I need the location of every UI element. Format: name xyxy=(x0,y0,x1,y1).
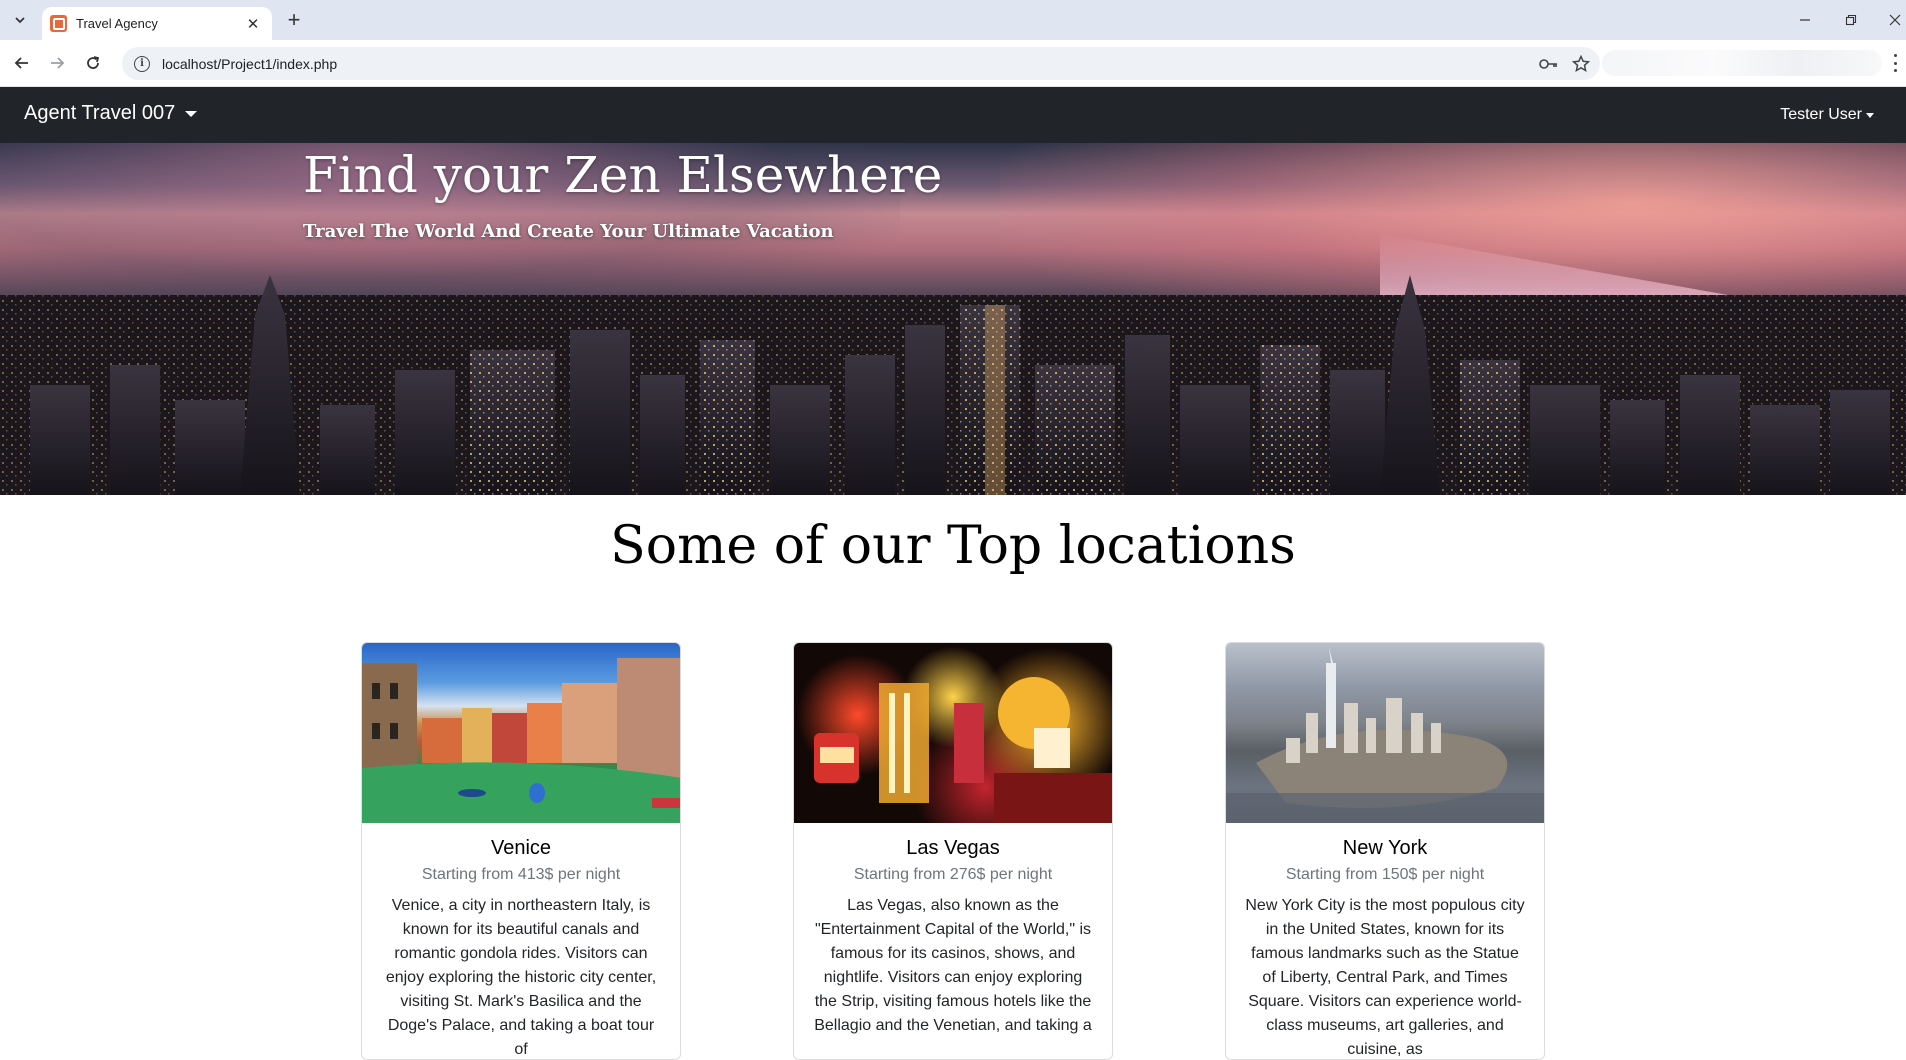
card-description: Venice, a city in northeastern Italy, is… xyxy=(385,897,657,1058)
back-button[interactable] xyxy=(9,50,35,76)
location-card-venice: Venice Starting from 413$ per night Veni… xyxy=(361,642,681,1060)
card-description: Las Vegas, also known as the "Entertainm… xyxy=(814,897,1092,1034)
card-price: Starting from 413$ per night xyxy=(421,866,621,883)
browser-menu-icon[interactable] xyxy=(1890,52,1900,74)
card-price: Starting from 276$ per night xyxy=(853,866,1053,883)
card-description: New York City is the most populous city … xyxy=(1245,897,1525,1058)
card-title: Venice xyxy=(490,837,552,859)
card-price: Starting from 150$ per night xyxy=(1285,866,1485,883)
caret-down-icon xyxy=(185,110,198,117)
tab-search-button[interactable] xyxy=(8,8,32,32)
new-tab-button[interactable]: + xyxy=(282,9,306,33)
venice-image xyxy=(362,643,680,823)
site-navbar: Agent Travel 007 Tester User xyxy=(0,87,1906,143)
location-card-new-york: New York Starting from 150$ per night Ne… xyxy=(1225,642,1545,1060)
restore-icon xyxy=(1845,14,1857,26)
top-locations-heading: Some of our Top locations xyxy=(610,516,1296,576)
chevron-down-icon xyxy=(15,17,25,24)
las-vegas-image xyxy=(794,643,1112,823)
close-icon xyxy=(1889,14,1901,26)
restore-button[interactable] xyxy=(1836,8,1866,32)
tab-close-icon[interactable]: ✕ xyxy=(244,15,262,33)
xampp-favicon-icon xyxy=(50,15,67,32)
browser-tab-bar: Travel Agency ✕ + xyxy=(0,0,1906,40)
address-bar[interactable]: i localhost/Project1/index.php xyxy=(122,47,1600,80)
brand-dropdown[interactable]: Agent Travel 007 xyxy=(24,102,198,125)
browser-toolbar: i localhost/Project1/index.php xyxy=(0,40,1906,87)
url-text[interactable]: localhost/Project1/index.php xyxy=(162,56,1536,72)
location-card-las-vegas: Las Vegas Starting from 276$ per night L… xyxy=(793,642,1113,1060)
arrow-left-icon xyxy=(14,57,28,69)
site-info-icon[interactable]: i xyxy=(134,55,150,72)
hero-title: Find your Zen Elsewhere xyxy=(303,146,943,204)
tab-title: Travel Agency xyxy=(76,16,158,31)
close-window-button[interactable] xyxy=(1880,8,1906,32)
browser-tab-active[interactable]: Travel Agency ✕ xyxy=(42,7,272,40)
user-name: Tester User xyxy=(1780,106,1862,123)
reload-button[interactable] xyxy=(80,50,106,76)
minimize-button[interactable] xyxy=(1790,8,1820,32)
hero-banner: Find your Zen Elsewhere Travel The World… xyxy=(0,143,1906,495)
bookmark-star-icon[interactable] xyxy=(1568,51,1594,77)
user-dropdown[interactable]: Tester User xyxy=(1780,106,1874,124)
card-title: New York xyxy=(1342,837,1428,859)
brand-label: Agent Travel 007 xyxy=(24,102,176,124)
new-york-image xyxy=(1226,643,1544,823)
password-key-icon[interactable] xyxy=(1536,51,1562,77)
caret-down-icon xyxy=(1866,112,1874,118)
card-title: Las Vegas xyxy=(906,837,1000,859)
arrow-right-icon xyxy=(51,57,65,69)
reload-icon xyxy=(87,56,100,69)
city-skyline-image xyxy=(0,275,1906,495)
hero-subtitle: Travel The World And Create Your Ultimat… xyxy=(303,221,834,242)
extensions-area xyxy=(1602,50,1882,76)
minimize-icon xyxy=(1800,19,1810,21)
forward-button[interactable] xyxy=(44,50,70,76)
